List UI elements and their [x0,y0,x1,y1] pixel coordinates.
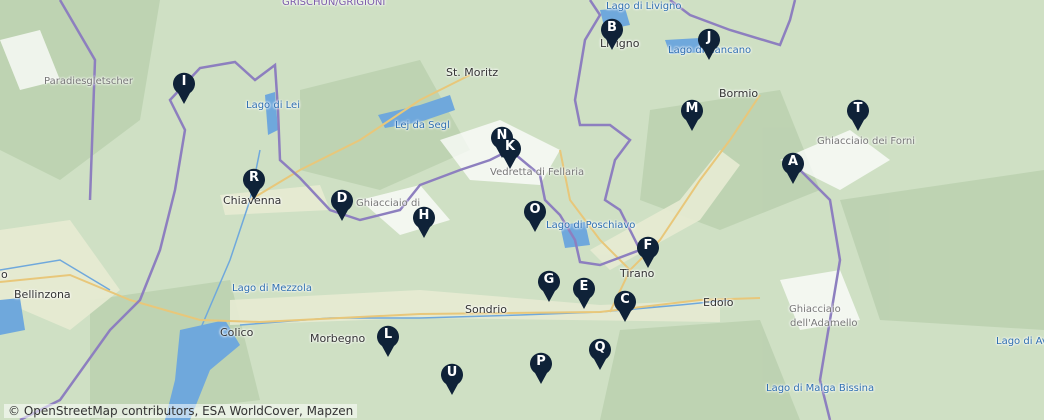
region-label-grischun: GRISCHUN/GRIGIONI [282,0,386,8]
map-marker-c[interactable]: C [612,289,638,323]
lake-label-livigno: Lago di Livigno [606,1,682,12]
map-marker-m[interactable]: M [679,98,705,132]
marker-label: P [536,354,546,369]
marker-label: F [643,238,653,253]
marker-label: B [607,20,617,35]
glacier-label-adamello-1: Ghiacciaio [789,304,841,315]
map-marker-k[interactable]: K [497,136,523,170]
town-label-colico: Colico [220,326,254,339]
marker-label: J [706,30,712,45]
map-marker-q[interactable]: Q [587,337,613,371]
marker-label: R [248,170,259,185]
marker-label: H [418,208,430,223]
map-marker-r[interactable]: R [241,167,267,201]
map-marker-g[interactable]: G [536,269,562,303]
marker-label: C [620,292,630,307]
map-marker-b[interactable]: B [599,17,625,51]
town-label-morbegno: Morbegno [310,332,366,345]
lake-label-poschiavo: Lago di Poschiavo [546,220,636,231]
glacier-label-forni: Ghiacciaio dei Forni [817,136,915,147]
marker-label: E [579,279,589,294]
marker-label: Q [594,340,606,355]
town-label-edolo: Edolo [703,296,734,309]
marker-label: G [543,272,555,287]
map-marker-p[interactable]: P [528,351,554,385]
town-label-edge: o [1,268,8,281]
map-marker-l[interactable]: L [375,324,401,358]
lake-label-avio: Lago di Avio [996,336,1044,347]
lake-label-lei: Lago di Lei [246,100,300,111]
marker-label: T [853,101,863,116]
marker-label: I [181,74,187,89]
map-marker-f[interactable]: F [635,235,661,269]
lake-label-malga: Lago di Malga Bissina [766,383,875,394]
glacier-label-paradies: Paradiesgletscher [44,76,133,87]
map-marker-e[interactable]: E [571,276,597,310]
lake-label-segl: Lej da Segl [395,120,450,131]
lake-label-mezzola: Lago di Mezzola [232,283,312,294]
map-marker-o[interactable]: O [522,199,548,233]
marker-label: A [787,154,799,169]
glacier-label-adamello-2: dell'Adamello [790,318,858,329]
marker-label: O [529,202,541,217]
map-marker-a[interactable]: A [780,151,806,185]
marker-label: L [383,327,393,342]
map-marker-i[interactable]: I [171,71,197,105]
marker-label: D [336,191,348,206]
map-marker-t[interactable]: T [845,98,871,132]
map-marker-h[interactable]: H [411,205,437,239]
marker-label: M [685,101,699,116]
town-label-sondrio: Sondrio [465,303,507,316]
town-label-st-moritz: St. Moritz [446,66,499,79]
town-label-bellinzona: Bellinzona [14,288,71,301]
map-attribution[interactable]: © OpenStreetMap contributors, ESA WorldC… [4,404,358,418]
map-marker-u[interactable]: U [439,362,465,396]
map-marker-j[interactable]: J [696,27,722,61]
map-marker-d[interactable]: D [329,188,355,222]
marker-label: U [446,365,458,380]
town-label-bormio: Bormio [719,87,759,100]
marker-label: K [504,139,516,154]
